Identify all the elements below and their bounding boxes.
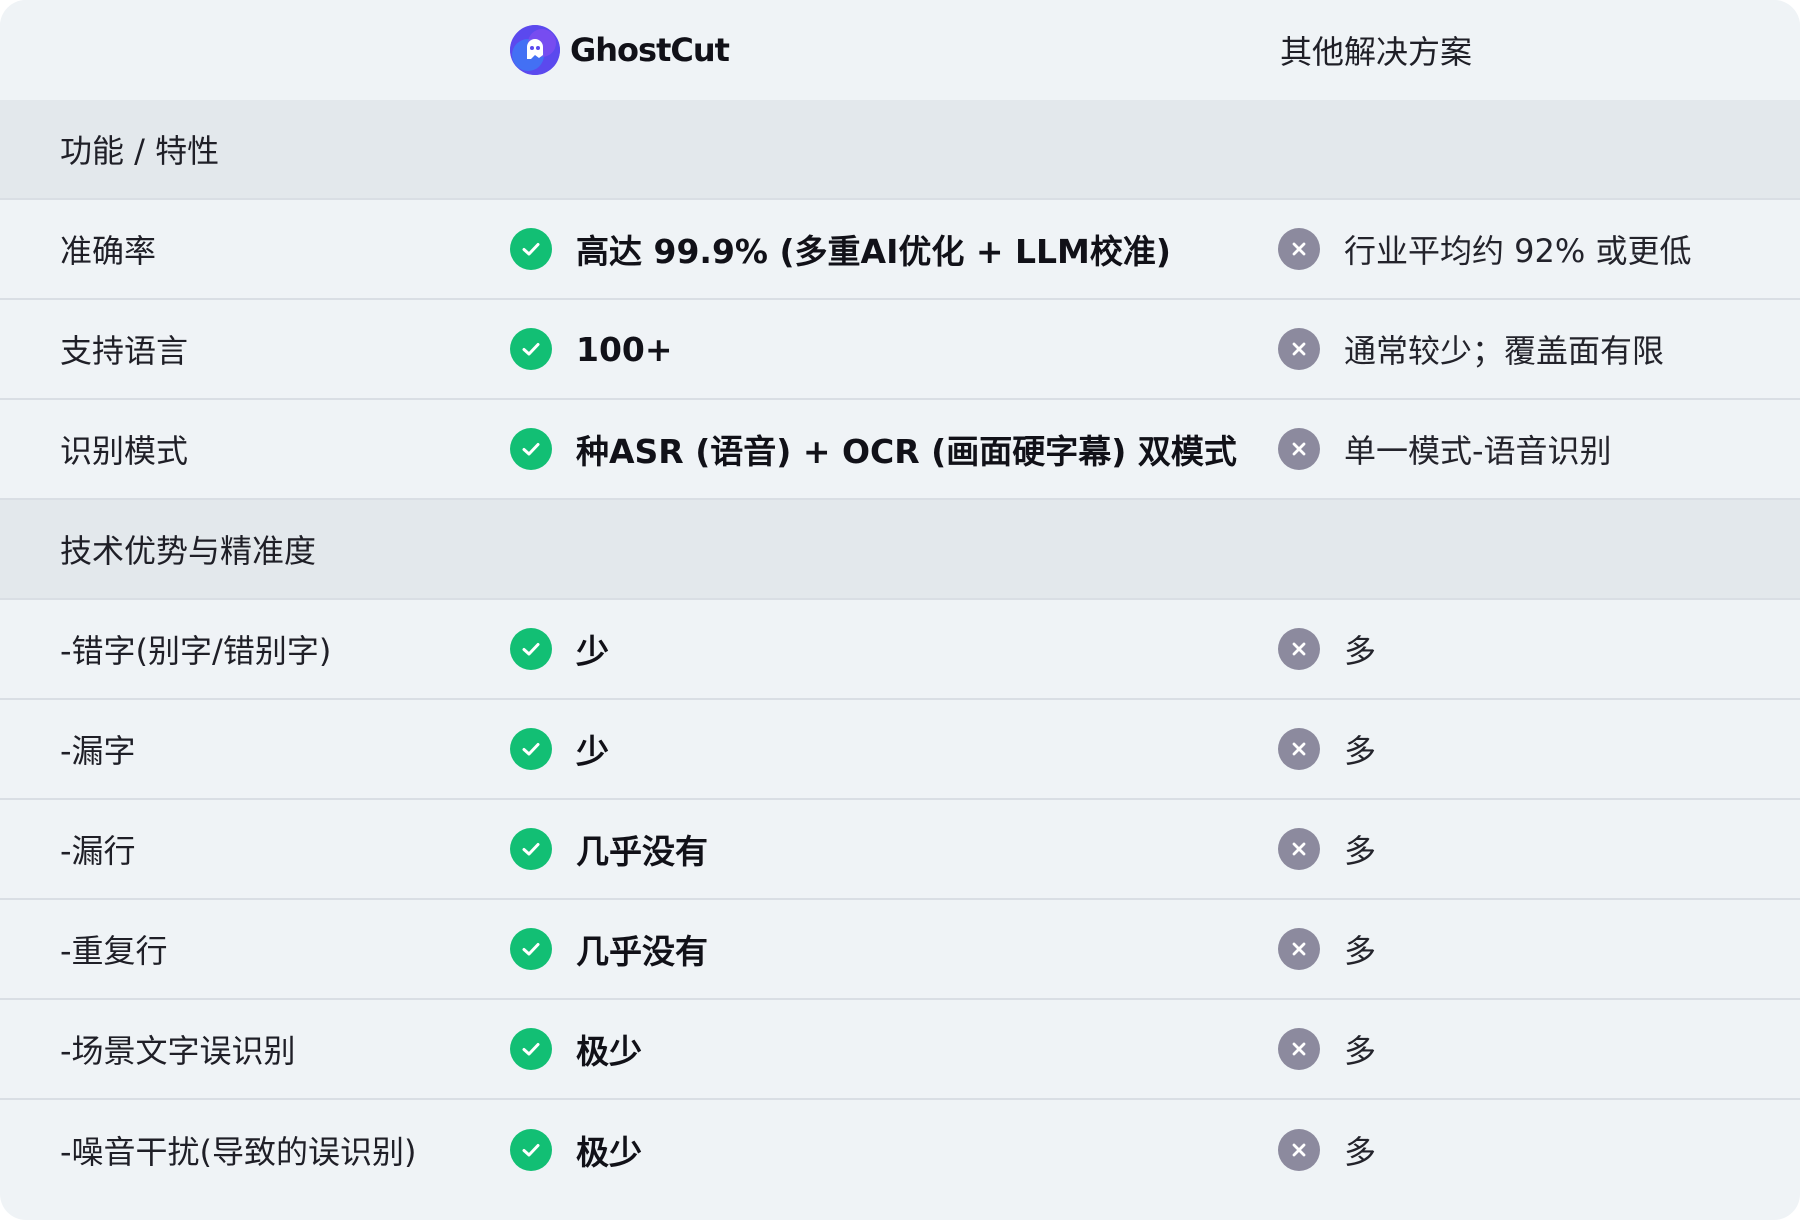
section-title: 技术优势与精准度 bbox=[60, 532, 317, 570]
table-row: -漏行 几乎没有 多 bbox=[0, 800, 1800, 900]
table-body: 功能 / 特性 准确率 高达 99.9% (多重AI优化 + LLM校准) 行业平均约… bbox=[0, 100, 1800, 1200]
x-circle-icon bbox=[1278, 1028, 1320, 1070]
feature-label: 准确率 bbox=[60, 232, 157, 270]
ghostcut-value: 种ASR (语音) + OCR (画面硬字幕) 双模式 bbox=[576, 432, 1237, 471]
feature-label: 识别模式 bbox=[60, 432, 189, 470]
ghostcut-value: 100+ bbox=[576, 329, 673, 369]
section-header-row: 技术优势与精准度 bbox=[0, 500, 1800, 600]
check-circle-icon bbox=[510, 228, 552, 270]
other-cell: 多 bbox=[1278, 1127, 1376, 1173]
table-row: 识别模式 种ASR (语音) + OCR (画面硬字幕) 双模式 单一模式-语音识别 bbox=[0, 400, 1800, 500]
table-header: GhostCut 其他解决方案 bbox=[0, 0, 1800, 100]
table-row: -噪音干扰(导致的误识别) 极少 多 bbox=[0, 1100, 1800, 1200]
other-cell: 多 bbox=[1278, 626, 1376, 672]
other-value: 行业平均约 92% 或更低 bbox=[1344, 232, 1692, 270]
other-value: 通常较少；覆盖面有限 bbox=[1344, 332, 1665, 370]
other-cell: 单一模式-语音识别 bbox=[1278, 426, 1612, 472]
ghostcut-cell: 少 bbox=[510, 725, 609, 773]
x-circle-icon bbox=[1278, 728, 1320, 770]
check-circle-icon bbox=[510, 1129, 552, 1171]
ghostcut-value: 几乎没有 bbox=[576, 932, 708, 971]
other-value: 多 bbox=[1344, 632, 1377, 670]
ghostcut-value: 少 bbox=[576, 732, 609, 771]
other-value: 多 bbox=[1344, 1133, 1377, 1171]
feature-label: -重复行 bbox=[60, 932, 168, 970]
ghostcut-cell: 几乎没有 bbox=[510, 925, 708, 973]
table-row: -错字(别字/错别字) 少 多 bbox=[0, 600, 1800, 700]
other-cell: 多 bbox=[1278, 826, 1376, 872]
x-circle-icon bbox=[1278, 1129, 1320, 1171]
section-title: 功能 / 特性 bbox=[60, 132, 220, 170]
other-cell: 多 bbox=[1278, 1026, 1376, 1072]
ghostcut-value: 几乎没有 bbox=[576, 832, 708, 871]
ghostcut-cell: 种ASR (语音) + OCR (画面硬字幕) 双模式 bbox=[510, 425, 1237, 473]
feature-label: -错字(别字/错别字) bbox=[60, 632, 332, 670]
other-value: 多 bbox=[1344, 832, 1377, 870]
table-row: -重复行 几乎没有 多 bbox=[0, 900, 1800, 1000]
feature-label: -漏行 bbox=[60, 832, 136, 870]
ghostcut-value: 极少 bbox=[576, 1133, 642, 1172]
x-circle-icon bbox=[1278, 628, 1320, 670]
check-circle-icon bbox=[510, 928, 552, 970]
ghostcut-cell: 几乎没有 bbox=[510, 825, 708, 873]
feature-label: -噪音干扰(导致的误识别) bbox=[60, 1133, 417, 1171]
other-cell: 多 bbox=[1278, 926, 1376, 972]
check-circle-icon bbox=[510, 628, 552, 670]
x-circle-icon bbox=[1278, 928, 1320, 970]
x-circle-icon bbox=[1278, 828, 1320, 870]
x-circle-icon bbox=[1278, 228, 1320, 270]
ghostcut-logo: GhostCut bbox=[510, 25, 730, 75]
feature-label: -场景文字误识别 bbox=[60, 1032, 296, 1070]
check-circle-icon bbox=[510, 328, 552, 370]
ghostcut-cell: 100+ bbox=[510, 328, 673, 370]
check-circle-icon bbox=[510, 428, 552, 470]
feature-label: 支持语言 bbox=[60, 332, 189, 370]
section-header-row: 功能 / 特性 bbox=[0, 100, 1800, 200]
table-row: -漏字 少 多 bbox=[0, 700, 1800, 800]
other-cell: 通常较少；覆盖面有限 bbox=[1278, 326, 1664, 372]
other-solutions-heading: 其他解决方案 bbox=[1280, 33, 1473, 71]
check-circle-icon bbox=[510, 1028, 552, 1070]
feature-label: -漏字 bbox=[60, 732, 136, 770]
ghostcut-cell: 极少 bbox=[510, 1025, 642, 1073]
brand-name: GhostCut bbox=[570, 31, 730, 69]
check-circle-icon bbox=[510, 728, 552, 770]
ghostcut-cell: 高达 99.9% (多重AI优化 + LLM校准) bbox=[510, 225, 1171, 273]
ghostcut-cell: 少 bbox=[510, 625, 609, 673]
table-row: 准确率 高达 99.9% (多重AI优化 + LLM校准) 行业平均约 92% 或更… bbox=[0, 200, 1800, 300]
other-cell: 行业平均约 92% 或更低 bbox=[1278, 226, 1691, 272]
other-value: 多 bbox=[1344, 1032, 1377, 1070]
table-row: -场景文字误识别 极少 多 bbox=[0, 1000, 1800, 1100]
comparison-table: GhostCut 其他解决方案 功能 / 特性 准确率 高达 99.9% (多重AI… bbox=[0, 0, 1800, 1220]
other-value: 单一模式-语音识别 bbox=[1344, 432, 1612, 470]
ghostcut-value: 高达 99.9% (多重AI优化 + LLM校准) bbox=[576, 232, 1171, 271]
x-circle-icon bbox=[1278, 328, 1320, 370]
x-circle-icon bbox=[1278, 428, 1320, 470]
table-row: 支持语言 100+ 通常较少；覆盖面有限 bbox=[0, 300, 1800, 400]
other-value: 多 bbox=[1344, 932, 1377, 970]
other-cell: 多 bbox=[1278, 726, 1376, 772]
ghostcut-cell: 极少 bbox=[510, 1126, 642, 1174]
check-circle-icon bbox=[510, 828, 552, 870]
ghostcut-value: 少 bbox=[576, 632, 609, 671]
ghostcut-value: 极少 bbox=[576, 1032, 642, 1071]
ghost-logo-icon bbox=[510, 25, 560, 75]
other-value: 多 bbox=[1344, 732, 1377, 770]
